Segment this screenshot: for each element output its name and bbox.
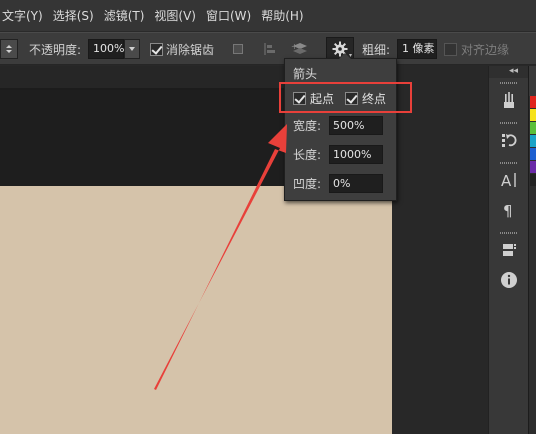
width-label: 宽度: [293, 119, 322, 133]
info-icon[interactable] [499, 270, 519, 290]
swatch[interactable] [530, 148, 536, 160]
dock-grip[interactable] [500, 82, 518, 84]
weight-field[interactable]: 1 像素 [397, 39, 437, 59]
history-icon[interactable] [499, 130, 519, 150]
length-label: 长度: [293, 148, 322, 162]
concavity-row: 凹度: 0% [293, 174, 383, 193]
swatch[interactable] [530, 96, 536, 108]
menu-select[interactable]: 选择(S) [49, 0, 100, 32]
character-icon[interactable]: A [499, 170, 519, 190]
align-edges-label: 对齐边缘 [461, 42, 510, 57]
width-row: 宽度: 500% [293, 116, 383, 135]
arrowhead-title: 箭头 [293, 67, 318, 81]
menu-filter[interactable]: 滤镜(T) [100, 0, 151, 32]
length-row: 长度: 1000% [293, 145, 383, 164]
width-field[interactable]: 500% [329, 116, 383, 135]
weight-label: 粗细: [362, 42, 391, 57]
swatch[interactable] [530, 122, 536, 134]
layer-comps-icon[interactable] [499, 240, 519, 260]
menu-type[interactable]: 文字(Y) [0, 0, 49, 32]
options-bar: 不透明度: 100% 消除锯齿 + [0, 32, 536, 65]
workspace-background [392, 66, 488, 434]
svg-text:A: A [501, 172, 512, 189]
menu-bar: 文字(Y) 选择(S) 滤镜(T) 视图(V) 窗口(W) 帮助(H) [0, 0, 536, 32]
menu-view[interactable]: 视图(V) [150, 0, 202, 32]
path-alignment-icon[interactable] [262, 41, 278, 57]
dock-grip[interactable] [500, 162, 518, 164]
concavity-label: 凹度: [293, 177, 322, 191]
arrowhead-options-panel: 箭头 起点 终点 宽度: 500% 长度: 1000% 凹度: 0% [284, 53, 397, 201]
antialias-label: 消除锯齿 [166, 42, 215, 57]
swatches-panel [528, 66, 536, 434]
chevron-down-icon [129, 47, 135, 51]
opacity-label: 不透明度: [29, 42, 82, 57]
concavity-field[interactable]: 0% [329, 174, 383, 193]
path-operations-icon[interactable] [230, 41, 246, 57]
path-arrangement-icon[interactable]: + [291, 41, 307, 57]
align-edges-checkbox[interactable] [444, 42, 457, 56]
svg-text:¶: ¶ [503, 202, 513, 219]
panel-dock: A ¶ [488, 66, 529, 434]
opacity-field[interactable]: 100% [88, 39, 124, 59]
document-canvas[interactable] [0, 186, 392, 434]
collapse-panels-icon[interactable]: ◂◂ [509, 66, 518, 76]
dock-grip[interactable] [500, 232, 518, 234]
swatch[interactable] [530, 174, 536, 186]
menu-window[interactable]: 窗口(W) [202, 0, 257, 32]
menu-help[interactable]: 帮助(H) [257, 0, 309, 32]
brush-preset-icon[interactable] [499, 90, 519, 110]
mode-stepper[interactable] [0, 33, 18, 65]
annotation-highlight-box [279, 82, 412, 113]
antialias-checkbox[interactable] [150, 42, 163, 56]
opacity-dropdown-button[interactable] [124, 39, 140, 59]
length-field[interactable]: 1000% [329, 145, 383, 164]
swatch[interactable] [530, 161, 536, 173]
paragraph-icon[interactable]: ¶ [499, 200, 519, 220]
swatch[interactable] [530, 109, 536, 121]
dock-grip[interactable] [500, 122, 518, 124]
swatch[interactable] [530, 135, 536, 147]
